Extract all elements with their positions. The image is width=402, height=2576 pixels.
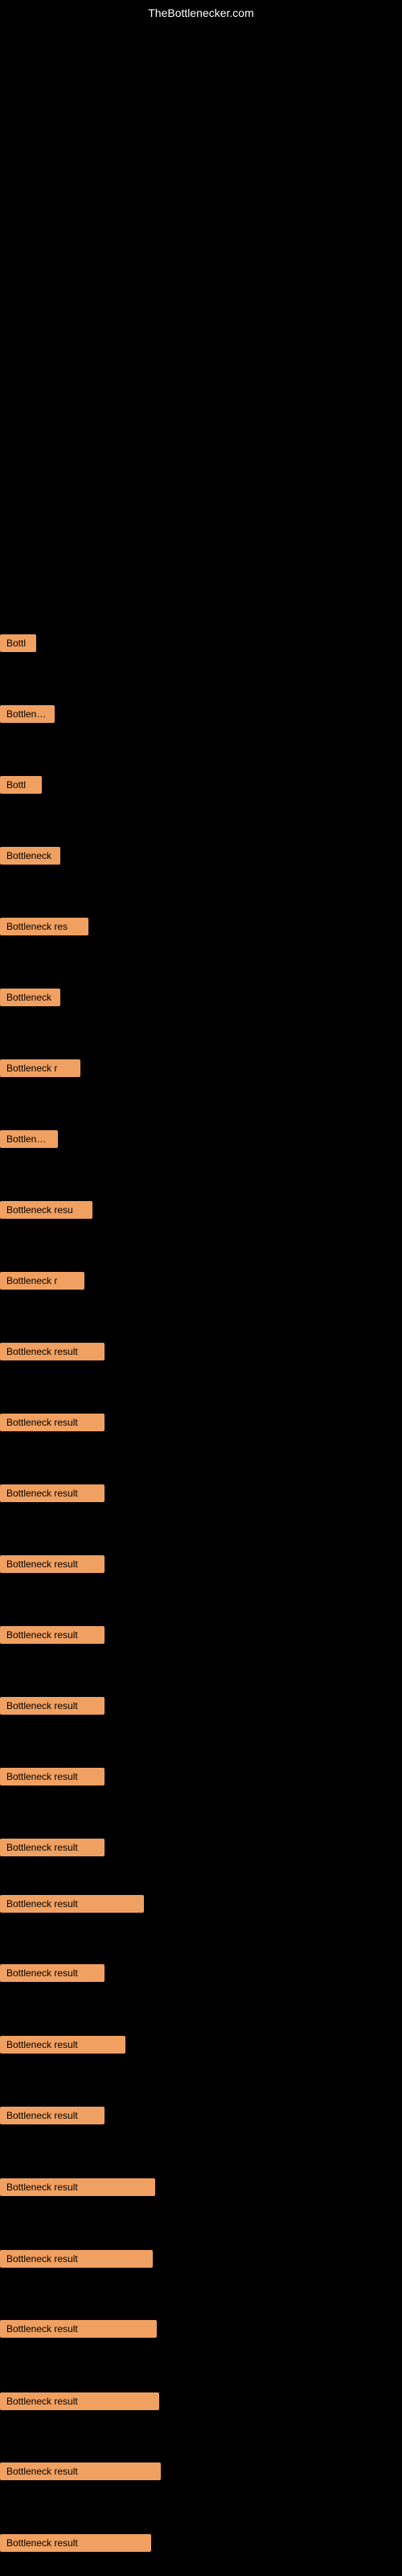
bottleneck-result-item[interactable]: Bottleneck [0, 705, 55, 723]
bottleneck-result-item[interactable]: Bottleneck result [0, 1964, 105, 1982]
bottleneck-result-item[interactable]: Bottleneck result [0, 2178, 155, 2196]
bottleneck-result-item[interactable]: Bottleneck result [0, 2107, 105, 2124]
bottleneck-result-item[interactable]: Bottleneck result [0, 1414, 105, 1431]
bottleneck-result-item[interactable]: Bottleneck result [0, 2320, 157, 2338]
bottleneck-result-item[interactable]: Bottleneck result [0, 1697, 105, 1715]
bottleneck-result-item[interactable]: Bottleneck result [0, 2462, 161, 2480]
bottleneck-result-item[interactable]: Bottleneck result [0, 2392, 159, 2410]
bottleneck-result-item[interactable]: Bottleneck result [0, 1484, 105, 1502]
bottleneck-result-item[interactable]: Bottleneck result [0, 1626, 105, 1644]
bottleneck-result-item[interactable]: Bottl [0, 776, 42, 794]
bottleneck-result-item[interactable]: Bottleneck [0, 847, 60, 865]
bottleneck-result-item[interactable]: Bottl [0, 634, 36, 652]
bottleneck-result-item[interactable]: Bottleneck result [0, 1839, 105, 1856]
bottleneck-result-item[interactable]: Bottleneck [0, 989, 60, 1006]
bottleneck-result-item[interactable]: Bottleneck result [0, 2036, 125, 2054]
bottleneck-result-item[interactable]: Bottleneck [0, 1130, 58, 1148]
bottleneck-result-item[interactable]: Bottleneck r [0, 1272, 84, 1290]
bottleneck-result-item[interactable]: Bottleneck result [0, 1343, 105, 1360]
bottleneck-result-item[interactable]: Bottleneck result [0, 1768, 105, 1785]
bottleneck-result-item[interactable]: Bottleneck res [0, 918, 88, 935]
bottleneck-result-item[interactable]: Bottleneck result [0, 2250, 153, 2268]
bottleneck-result-item[interactable]: Bottleneck resu [0, 1201, 92, 1219]
bottleneck-result-item[interactable]: Bottleneck result [0, 1895, 144, 1913]
site-title: TheBottlenecker.com [0, 6, 402, 19]
bottleneck-result-item[interactable]: Bottleneck result [0, 1555, 105, 1573]
bottleneck-result-item[interactable]: Bottleneck r [0, 1059, 80, 1077]
bottleneck-result-item[interactable]: Bottleneck result [0, 2534, 151, 2552]
